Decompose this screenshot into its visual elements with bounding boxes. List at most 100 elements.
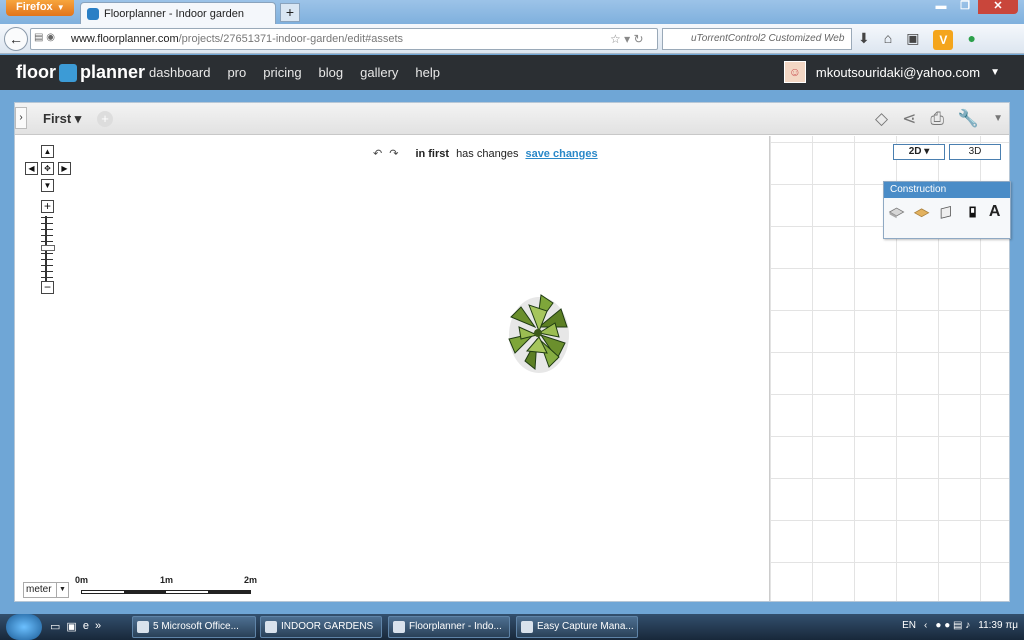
plant-asset[interactable] [501,287,573,375]
undo-icon[interactable]: ↶ [373,147,382,160]
explorer-icon[interactable]: ▣ [66,620,76,633]
user-menu[interactable]: ☺ mkoutsouridaki@yahoo.com ▼ [783,61,1000,83]
minimize-icon[interactable]: ▬ [930,0,952,14]
chevron-down-icon: ▼ [56,583,68,597]
main-nav: dashboard pro pricing blog gallery help [149,65,440,80]
chevron-down-icon[interactable]: ▼ [993,109,1003,129]
green-addon-icon[interactable]: ● [967,30,975,50]
plant-icon [508,294,569,373]
construction-title[interactable]: Construction [884,182,1010,198]
share-icon[interactable]: ⋖ [902,109,916,129]
more-icon[interactable]: » [95,620,101,633]
nav-gallery[interactable]: gallery [360,65,398,80]
save-changes-link[interactable]: save changes [525,148,597,160]
taskbar-word[interactable]: 5 Microsoft Office... [132,616,256,638]
nav-dashboard[interactable]: dashboard [149,65,210,80]
status-floor: in first [415,147,450,160]
view-toggle: 2D ▾ 3D [893,144,1001,160]
start-button[interactable] [6,614,42,640]
ie-icon[interactable]: e [83,620,89,633]
change-status: ↶ ↷ in first has changes save changes [373,147,598,161]
window-controls: ▬ ❐ ✕ [930,0,1018,14]
tab-title: Floorplanner - Indoor garden [104,7,245,20]
firefox-icon [393,621,405,633]
browser-toolbar-icons: ⬇ ⌂ ▣ V ● [858,30,976,50]
sidebar-toggle-icon[interactable]: › [15,107,27,129]
construction-panel: Construction A [883,181,1011,239]
floorplan-editor: › First ▾ + ◇ ⋖ ⎙ 🔧 ▼ ▲ ◀ ✥ ▶ ▼ + − ↶ ↷ … [14,102,1011,602]
download-icon[interactable]: ⬇ [858,30,870,50]
browser-titlebar: Firefox ▼ Floorplanner - Indoor garden + … [0,0,1024,24]
construction-tools: A [884,198,1010,226]
home-icon[interactable]: ⌂ [884,30,892,50]
zoom-slider-handle[interactable] [41,245,55,251]
pan-right-icon[interactable]: ▶ [58,162,71,175]
floorplan-canvas[interactable] [15,136,769,601]
url-domain: www.floorplanner.com [71,33,179,45]
new-tab-button[interactable]: + [280,3,300,22]
site-header: floor planner dashboard pro pricing blog… [0,55,1024,90]
view-3d-button[interactable]: 3D [949,144,1001,160]
view-2d-button[interactable]: 2D ▾ [893,144,945,160]
avatar: ☺ [783,61,806,83]
firefox-menu-button[interactable]: Firefox ▼ [6,0,74,16]
url-path: /projects/27651371-indoor-garden/edit#as… [178,33,404,45]
nav-pricing[interactable]: pricing [263,65,301,80]
status-text: has changes [456,147,519,160]
windows-taskbar: ▭ ▣ e » 5 Microsoft Office... INDOOR GAR… [0,614,1024,640]
maximize-icon[interactable]: ❐ [954,0,976,14]
floorplanner-favicon-icon [87,7,99,20]
room-icon[interactable] [888,204,905,220]
tray-icons[interactable]: ● ● ▤ ♪ [935,620,970,631]
pan-left-icon[interactable]: ◀ [25,162,38,175]
pan-center-icon[interactable]: ✥ [41,162,54,175]
chevron-down-icon: ▼ [990,66,1000,78]
browser-tab[interactable]: Floorplanner - Indoor garden [80,2,276,24]
pan-down-icon[interactable]: ▼ [41,179,54,192]
surface-icon[interactable] [913,204,930,220]
taskbar-folder[interactable]: INDOOR GARDENS [260,616,382,638]
system-tray: EN ‹ ● ● ▤ ♪ 11:39 πμ [902,620,1018,631]
door-icon[interactable] [964,204,981,220]
word-icon [137,621,149,633]
search-input[interactable]: uTorrentControl2 Customized Web [662,28,852,50]
site-identity-icon[interactable]: ▤ ◉ [34,32,64,43]
language-indicator[interactable]: EN [902,620,916,631]
add-floor-icon[interactable]: + [97,111,113,127]
back-arrow-icon[interactable]: ← [4,27,28,51]
capture-icon [521,621,533,633]
pan-up-icon[interactable]: ▲ [41,145,54,158]
desktop-icon[interactable]: ▭ [50,620,60,633]
bookmark-star-icon[interactable]: ☆ ▾ ↻ [610,32,644,46]
taskbar-firefox[interactable]: Floorplanner - Indo... [388,616,510,638]
redo-icon[interactable]: ↷ [389,147,398,160]
clock[interactable]: 11:39 πμ [978,620,1018,631]
scale-bar [81,590,251,594]
url-bar[interactable]: www.floorplanner.com/projects/27651371-i… [30,28,658,50]
editor-toolbar: › First ▾ + ◇ ⋖ ⎙ 🔧 ▼ [15,103,1009,135]
wall-icon[interactable] [938,204,955,220]
unit-select[interactable]: meter ▼ [23,582,69,598]
addon-icon[interactable]: ▣ [906,30,919,50]
nav-pro[interactable]: pro [227,65,246,80]
nav-help[interactable]: help [415,65,440,80]
close-window-icon[interactable]: ✕ [978,0,1018,14]
floorplanner-logo[interactable]: floor planner [16,62,145,83]
logo-mark-icon [59,63,77,82]
floor-selector[interactable]: First ▾ [43,111,81,127]
tray-expand-icon[interactable]: ‹ [924,620,927,631]
user-email: mkoutsouridaki@yahoo.com [815,64,981,80]
zoom-out-icon[interactable]: − [41,281,54,294]
taskbar-capture[interactable]: Easy Capture Mana... [516,616,638,638]
nav-blog[interactable]: blog [319,65,344,80]
v-addon-icon[interactable]: V [933,30,954,50]
zoom-in-icon[interactable]: + [41,200,54,213]
folder-icon [265,621,277,633]
wrench-icon[interactable]: 🔧 [958,109,979,129]
scale-label-0: 0m [75,575,89,585]
text-tool-icon[interactable]: A [989,204,1006,220]
print-icon[interactable]: ⎙ [930,109,944,129]
scale-label-1: 1m [160,575,174,585]
scale-label-2: 2m [244,575,258,585]
erase-icon[interactable]: ◇ [875,109,888,129]
